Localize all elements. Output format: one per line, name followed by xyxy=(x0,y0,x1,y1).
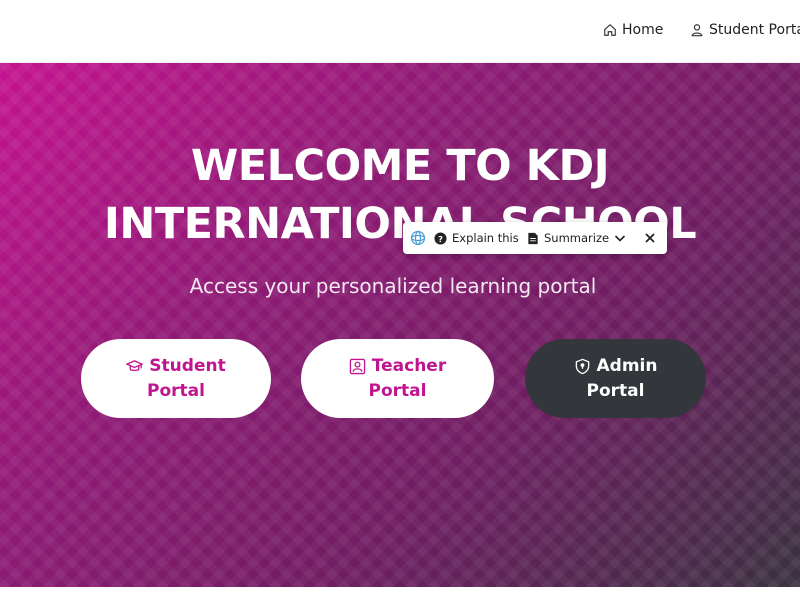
graduation-cap-icon xyxy=(126,359,144,371)
nav-home-link[interactable]: Home xyxy=(603,19,663,41)
ai-assistant-icon[interactable] xyxy=(410,230,426,246)
admin-portal-line2: Portal xyxy=(586,380,645,401)
summarize-label: Summarize xyxy=(544,231,610,245)
admin-portal-line1: Admin xyxy=(596,355,658,376)
svg-text:?: ? xyxy=(438,233,443,243)
chevron-down-icon[interactable] xyxy=(613,231,627,245)
shield-icon xyxy=(575,358,589,374)
student-portal-button[interactable]: Student Portal xyxy=(81,339,271,418)
admin-portal-button[interactable]: Admin Portal xyxy=(525,339,706,418)
document-icon xyxy=(528,232,538,244)
nav-student-portal-link[interactable]: Student Portal xyxy=(690,19,800,41)
home-icon xyxy=(604,23,616,36)
hero-title: WELCOME TO KDJ INTERNATIONAL SCHOOL xyxy=(0,137,800,253)
teacher-portal-button[interactable]: Teacher Portal xyxy=(301,339,494,418)
teacher-portal-line1: Teacher xyxy=(371,355,447,376)
explain-this-button[interactable]: ? Explain this xyxy=(434,222,519,254)
ai-selection-toolbar: ? Explain this Summarize xyxy=(403,222,667,254)
page-bottom-strip xyxy=(0,587,800,600)
close-icon[interactable] xyxy=(643,231,657,245)
explain-this-label: Explain this xyxy=(452,231,519,245)
teacher-board-icon xyxy=(349,358,366,374)
user-icon xyxy=(691,24,703,37)
teacher-portal-line2: Portal xyxy=(368,380,427,401)
question-icon: ? xyxy=(434,231,447,245)
hero-subtitle: Access your personalized learning portal xyxy=(189,274,597,298)
summarize-button[interactable]: Summarize xyxy=(527,222,609,254)
nav-home-label: Home xyxy=(622,22,664,38)
student-portal-line2: Portal xyxy=(147,380,205,401)
student-portal-line1: Student xyxy=(149,355,226,376)
hero-section: WELCOME TO KDJ INTERNATIONAL SCHOOL Acce… xyxy=(0,63,800,587)
top-navbar: Home Student Portal xyxy=(0,0,800,63)
nav-student-portal-label: Student Portal xyxy=(709,22,800,38)
hero-title-line1: WELCOME TO KDJ xyxy=(190,141,610,191)
